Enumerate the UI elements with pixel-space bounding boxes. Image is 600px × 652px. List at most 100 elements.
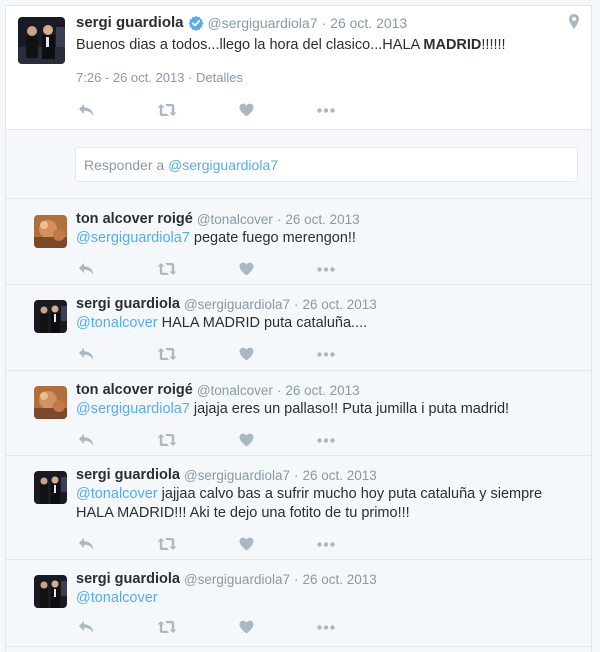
author-handle[interactable]: @sergiguardiola7 bbox=[184, 297, 290, 312]
tweet-date[interactable]: 26 oct. 2013 bbox=[330, 15, 407, 31]
location-pin-icon[interactable] bbox=[569, 14, 579, 34]
reply-input[interactable]: Responder a @sergiguardiola7 bbox=[75, 147, 578, 182]
author-name[interactable]: sergi guardiola bbox=[76, 467, 180, 483]
avatar[interactable] bbox=[34, 300, 67, 333]
avatar[interactable] bbox=[34, 575, 67, 608]
tweet-date[interactable]: 26 oct. 2013 bbox=[302, 297, 376, 312]
author-name[interactable]: sergi guardiola bbox=[76, 296, 180, 312]
reply-tweet: sergi guardiola @sergiguardiola7 · 26 oc… bbox=[6, 465, 591, 565]
author-name[interactable]: ton alcover roigé bbox=[76, 382, 193, 398]
tweet-text-bold: MADRID bbox=[423, 37, 482, 53]
more-icon[interactable] bbox=[316, 432, 336, 448]
author-handle[interactable]: @tonalcover bbox=[197, 212, 273, 227]
reply-tweet: sergi guardiola @sergiguardiola7 · 26 oc… bbox=[6, 569, 591, 652]
separator-dot: · bbox=[321, 14, 327, 31]
retweet-icon[interactable] bbox=[157, 432, 177, 448]
divider bbox=[6, 646, 591, 647]
author-handle[interactable]: @sergiguardiola7 bbox=[208, 15, 318, 31]
tweet-header: sergi guardiola @sergiguardiola7 · 26 oc… bbox=[76, 571, 377, 587]
divider bbox=[6, 198, 591, 199]
tweet-text-prefix: Buenos dias a todos...llego la hora del … bbox=[76, 37, 424, 53]
tweet-thread: sergi guardiola @sergiguardiola7 · 26 oc… bbox=[5, 5, 592, 652]
tweet-date[interactable]: 26 oct. 2013 bbox=[302, 572, 376, 587]
tweet-header: sergi guardiola @sergiguardiola7 · 26 oc… bbox=[76, 296, 377, 312]
tweet-header: sergi guardiola @sergiguardiola7 · 26 oc… bbox=[76, 14, 407, 31]
more-icon[interactable] bbox=[316, 346, 336, 362]
tweet-date[interactable]: 26 oct. 2013 bbox=[302, 468, 376, 483]
retweet-icon[interactable] bbox=[157, 536, 177, 552]
avatar[interactable] bbox=[34, 215, 67, 248]
mention-link[interactable]: @sergiguardiola7 bbox=[76, 230, 190, 246]
reply-icon[interactable] bbox=[76, 432, 96, 448]
tweet-meta: 7:26 - 26 oct. 2013 · Detalles bbox=[76, 70, 243, 85]
heart-icon[interactable] bbox=[236, 102, 256, 118]
divider bbox=[6, 559, 591, 560]
separator-dot: · bbox=[293, 467, 299, 483]
tweet-text-body: HALA MADRID puta cataluña.... bbox=[157, 315, 368, 331]
divider bbox=[6, 455, 591, 456]
heart-icon[interactable] bbox=[236, 346, 256, 362]
author-name[interactable]: ton alcover roigé bbox=[76, 211, 193, 227]
tweet-actions bbox=[76, 619, 336, 635]
reply-icon[interactable] bbox=[76, 102, 96, 118]
reply-icon[interactable] bbox=[76, 346, 96, 362]
tweet-text: @sergiguardiola7 pegate fuego merengon!! bbox=[76, 229, 576, 248]
avatar[interactable] bbox=[18, 17, 65, 64]
tweet-timestamp: 7:26 - 26 oct. 2013 bbox=[76, 70, 185, 85]
tweet-date[interactable]: 26 oct. 2013 bbox=[285, 383, 359, 398]
heart-icon[interactable] bbox=[236, 432, 256, 448]
tweet-text: @tonalcover bbox=[76, 589, 576, 608]
heart-icon[interactable] bbox=[236, 261, 256, 277]
author-handle[interactable]: @sergiguardiola7 bbox=[184, 572, 290, 587]
reply-icon[interactable] bbox=[76, 536, 96, 552]
tweet-text: @tonalcover HALA MADRID puta cataluña...… bbox=[76, 314, 576, 333]
author-handle[interactable]: @tonalcover bbox=[197, 383, 273, 398]
tweet-header: ton alcover roigé @tonalcover · 26 oct. … bbox=[76, 382, 360, 398]
verified-badge-icon bbox=[188, 15, 204, 31]
heart-icon[interactable] bbox=[236, 536, 256, 552]
retweet-icon[interactable] bbox=[157, 261, 177, 277]
reply-input-mention: @sergiguardiola7 bbox=[168, 157, 279, 173]
tweet-actions bbox=[76, 261, 336, 277]
separator-dot: · bbox=[276, 382, 282, 398]
tweet-text: @sergiguardiola7 jajaja eres un pallaso!… bbox=[76, 400, 576, 419]
avatar[interactable] bbox=[34, 471, 67, 504]
tweet-actions bbox=[76, 346, 336, 362]
tweet-actions bbox=[76, 102, 336, 118]
more-icon[interactable] bbox=[316, 102, 336, 118]
heart-icon[interactable] bbox=[236, 619, 256, 635]
reply-tweet: ton alcover roigé @tonalcover · 26 oct. … bbox=[6, 209, 591, 289]
tweet-header: ton alcover roigé @tonalcover · 26 oct. … bbox=[76, 211, 360, 227]
tweet-date[interactable]: 26 oct. 2013 bbox=[285, 212, 359, 227]
mention-link[interactable]: @tonalcover bbox=[76, 590, 158, 606]
tweet-actions bbox=[76, 432, 336, 448]
separator-dot: · bbox=[188, 70, 193, 85]
author-handle[interactable]: @sergiguardiola7 bbox=[184, 468, 290, 483]
tweet-text-body: pegate fuego merengon!! bbox=[189, 230, 356, 246]
divider bbox=[6, 370, 591, 371]
retweet-icon[interactable] bbox=[157, 346, 177, 362]
separator-dot: · bbox=[276, 211, 282, 227]
author-name[interactable]: sergi guardiola bbox=[76, 571, 180, 587]
details-link[interactable]: Detalles bbox=[196, 70, 243, 85]
more-icon[interactable] bbox=[316, 619, 336, 635]
reply-icon[interactable] bbox=[76, 261, 96, 277]
reply-icon[interactable] bbox=[76, 619, 96, 635]
retweet-icon[interactable] bbox=[157, 102, 177, 118]
retweet-icon[interactable] bbox=[157, 619, 177, 635]
tweet-text-body: jajaja eres un pallaso!! Puta jumilla i … bbox=[189, 401, 510, 417]
reply-input-prefix: Responder a bbox=[84, 157, 169, 173]
mention-link[interactable]: @tonalcover bbox=[76, 486, 158, 502]
avatar[interactable] bbox=[34, 386, 67, 419]
divider bbox=[6, 284, 591, 285]
main-tweet: sergi guardiola @sergiguardiola7 · 26 oc… bbox=[6, 6, 591, 130]
separator-dot: · bbox=[293, 296, 299, 312]
reply-tweet: ton alcover roigé @tonalcover · 26 oct. … bbox=[6, 380, 591, 460]
tweet-text: @tonalcover jajjaa calvo bas a sufrir mu… bbox=[76, 485, 571, 523]
mention-link[interactable]: @tonalcover bbox=[76, 315, 158, 331]
author-name[interactable]: sergi guardiola bbox=[76, 14, 184, 31]
more-icon[interactable] bbox=[316, 536, 336, 552]
tweet-actions bbox=[76, 536, 336, 552]
more-icon[interactable] bbox=[316, 261, 336, 277]
mention-link[interactable]: @sergiguardiola7 bbox=[76, 401, 190, 417]
